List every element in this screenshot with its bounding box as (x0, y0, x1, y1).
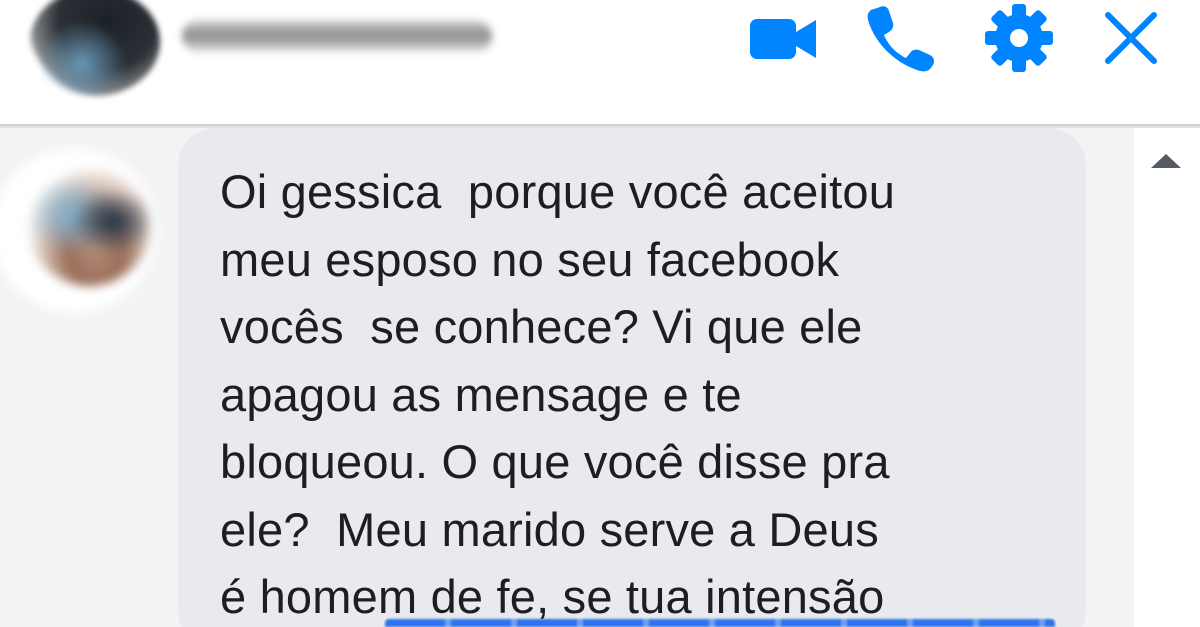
voice-call-button[interactable] (866, 4, 936, 72)
phone-icon (867, 6, 934, 72)
chat-window: Oi gessica porque você aceitou meu espos… (0, 0, 1200, 627)
header-actions (748, 4, 1160, 72)
close-button[interactable] (1102, 9, 1160, 67)
video-camera-icon (750, 19, 816, 59)
scrollbar[interactable] (1134, 128, 1200, 627)
outgoing-message-peek (385, 619, 1055, 627)
gear-icon (985, 4, 1053, 72)
settings-button[interactable] (984, 4, 1054, 72)
contact-avatar[interactable] (30, 0, 160, 96)
contact-name[interactable] (182, 20, 492, 52)
chat-header (0, 0, 1200, 124)
message-text: Oi gessica porque você aceitou meu espos… (220, 165, 896, 623)
scroll-up-arrow-icon[interactable] (1151, 154, 1181, 168)
incoming-message-bubble[interactable]: Oi gessica porque você aceitou meu espos… (178, 128, 1086, 627)
close-icon (1105, 12, 1157, 64)
sender-avatar[interactable] (28, 168, 150, 286)
video-call-button[interactable] (748, 12, 818, 64)
